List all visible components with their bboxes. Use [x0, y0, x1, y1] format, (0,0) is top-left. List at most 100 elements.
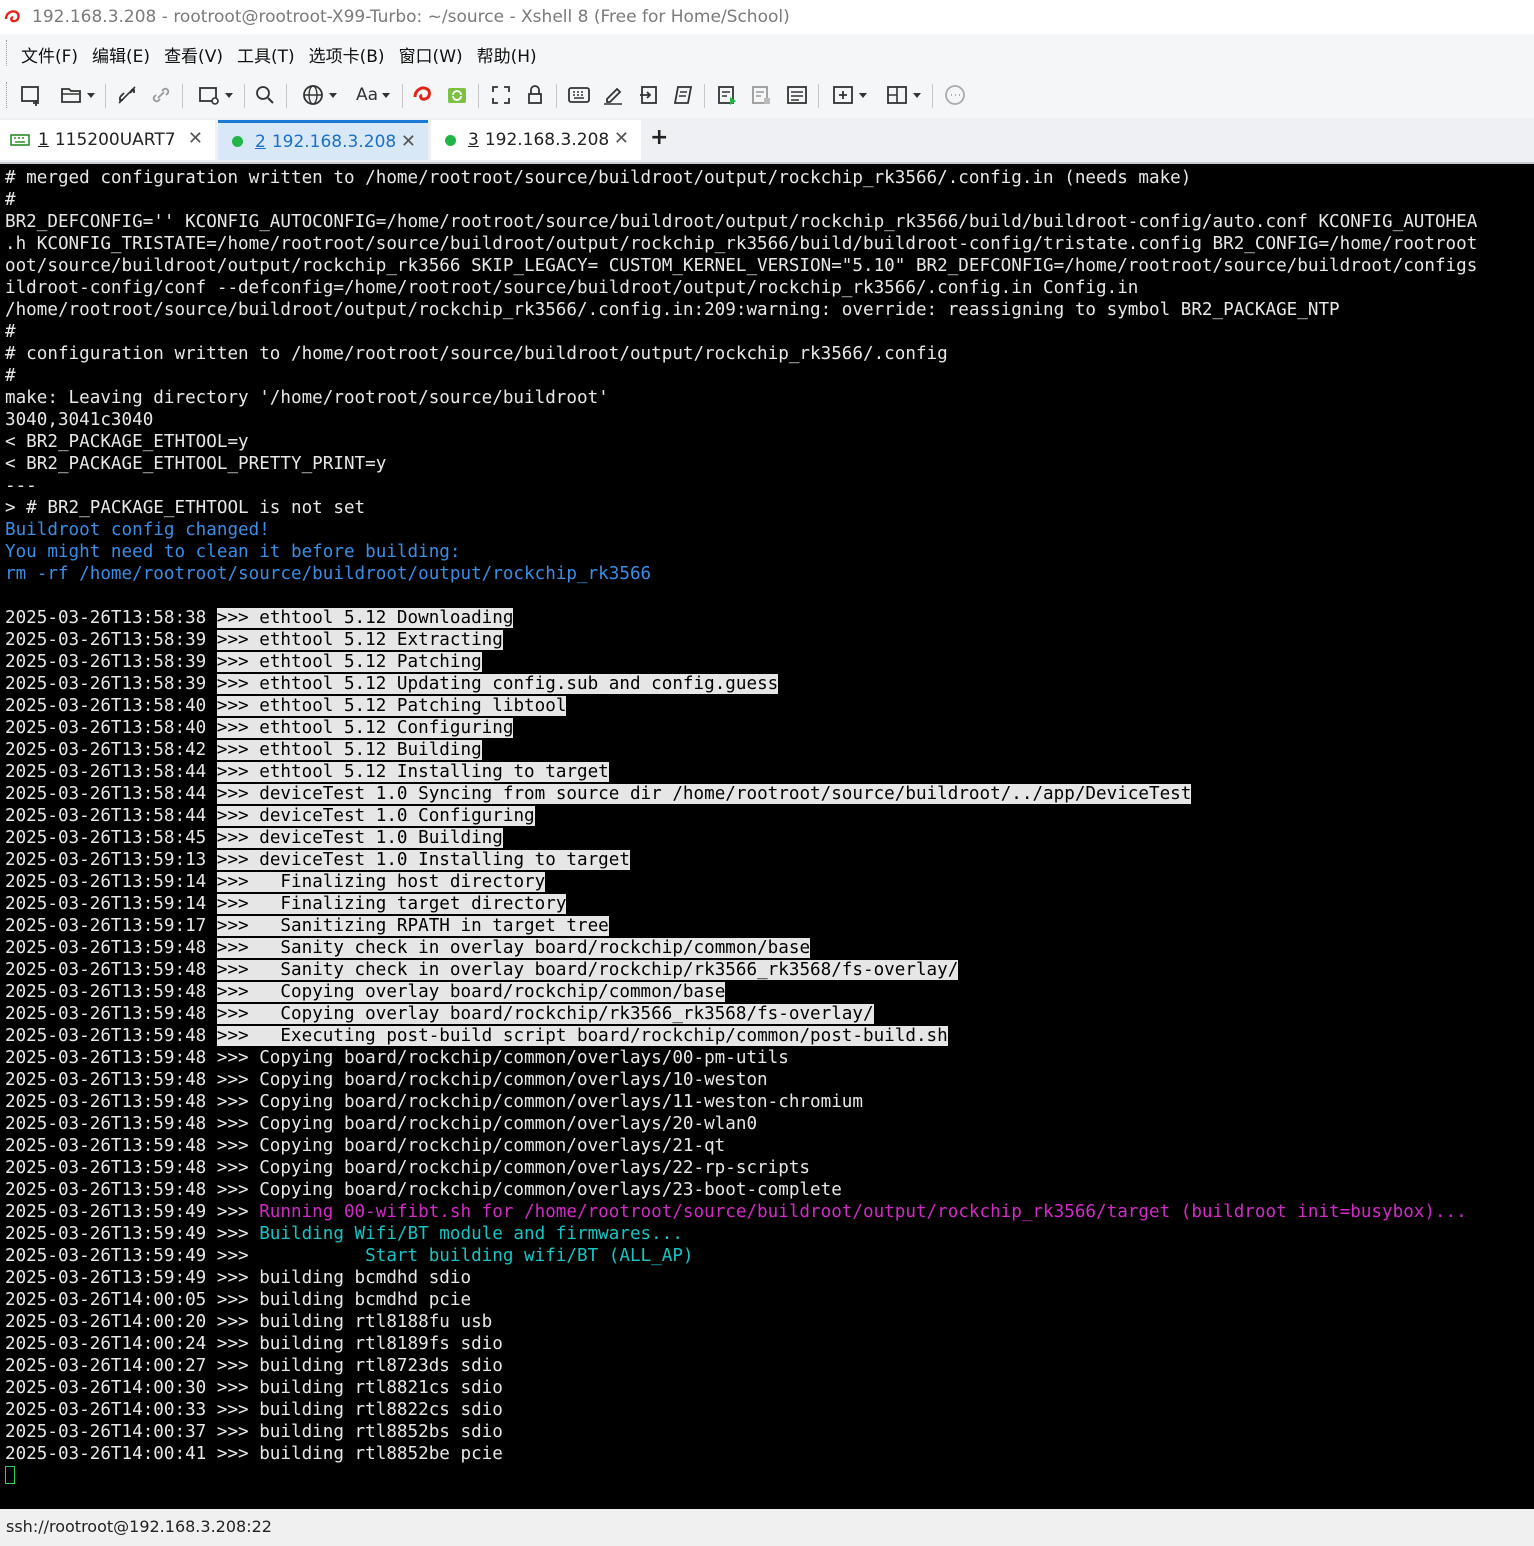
menu-window[interactable]: 窗口(W) [392, 42, 470, 67]
xshell-logo-icon [4, 10, 20, 23]
link-icon[interactable] [148, 82, 174, 108]
terminal-text: Running 00-wifibt.sh for /home/rootroot/… [259, 1202, 1467, 1222]
terminal-text: >>> Executing post-build script board/ro… [216, 1026, 948, 1046]
terminal-line: Buildroot config changed! [5, 519, 1477, 541]
open-folder-icon[interactable] [54, 82, 100, 108]
terminal-text: --- [5, 476, 37, 496]
terminal-line: 2025-03-26T14:00:30 >>> building rtl8821… [5, 1377, 1477, 1399]
close-icon[interactable]: ✕ [188, 128, 203, 149]
fullscreen-icon[interactable] [488, 82, 514, 108]
terminal-line: 2025-03-26T13:58:39 >>> ethtool 5.12 Pat… [5, 651, 1477, 673]
terminal-text: 2025-03-26T14:00:20 >>> building rtl8188… [5, 1312, 493, 1332]
globe-icon[interactable] [296, 82, 342, 108]
lock-icon[interactable] [522, 82, 548, 108]
terminal-text: 2025-03-26T14:00:37 >>> building rtl8852… [5, 1422, 503, 1442]
xshell-red-icon[interactable] [410, 82, 436, 108]
terminal-text: >>> ethtool 5.12 Extracting [216, 630, 503, 650]
font-icon[interactable]: Aa [350, 82, 396, 108]
terminal-line: 2025-03-26T13:58:44 >>> deviceTest 1.0 C… [5, 805, 1477, 827]
terminal-text: # [5, 322, 16, 342]
terminal-text: < BR2_PACKAGE_ETHTOOL=y [5, 432, 249, 452]
menu-view[interactable]: 查看(V) [157, 42, 230, 67]
terminal-text: Building Wifi/BT module and firmwares... [259, 1224, 683, 1244]
menu-tools[interactable]: 工具(T) [230, 42, 302, 67]
tab-label: 115200UART7 [54, 130, 176, 150]
terminal-output[interactable]: # merged configuration written to /home/… [0, 164, 1534, 1509]
terminal-line: 2025-03-26T13:59:48 >>> Copying board/ro… [5, 1069, 1477, 1091]
terminal-text: 2025-03-26T14:00:24 >>> building rtl8189… [5, 1334, 503, 1354]
disconnect-icon[interactable] [114, 82, 140, 108]
tab-label: 192.168.3.208 [271, 131, 397, 152]
script-icon[interactable] [670, 82, 696, 108]
terminal-text: oot/source/buildroot/output/rockchip_rk3… [5, 256, 1478, 276]
terminal-line: 2025-03-26T13:58:45 >>> deviceTest 1.0 B… [5, 827, 1477, 849]
terminal-text: 2025-03-26T13:58:39 [5, 674, 217, 694]
terminal-line: 2025-03-26T14:00:37 >>> building rtl8852… [5, 1421, 1477, 1443]
terminal-line: .h KCONFIG_TRISTATE=/home/rootroot/sourc… [5, 233, 1477, 255]
menu-tabs[interactable]: 选项卡(B) [302, 42, 392, 67]
menu-edit[interactable]: 编辑(E) [85, 42, 157, 67]
terminal-text: ildroot-config/conf --defconfig=/home/ro… [5, 278, 1139, 298]
toolbar: Aa [0, 72, 1534, 118]
terminal-text: >>> ethtool 5.12 Configuring [216, 718, 514, 738]
menu-file[interactable]: 文件(F) [14, 42, 85, 67]
terminal-text: 2025-03-26T13:58:44 [5, 762, 217, 782]
terminal-line: 2025-03-26T13:59:48 >>> Copying overlay … [5, 981, 1477, 1003]
add-tab-button[interactable]: + [650, 125, 668, 150]
terminal-text: 2025-03-26T13:58:44 [5, 784, 217, 804]
close-icon[interactable]: ✕ [614, 128, 629, 149]
chat-icon[interactable] [942, 82, 968, 108]
transfer-icon[interactable] [636, 82, 662, 108]
terminal-text: 2025-03-26T13:59:48 >>> Copying board/ro… [5, 1092, 863, 1112]
terminal-text: 2025-03-26T13:59:48 >>> Copying board/ro… [5, 1158, 811, 1178]
terminal-line: 2025-03-26T13:59:13 >>> deviceTest 1.0 I… [5, 849, 1477, 871]
terminal-text: 2025-03-26T13:59:49 >>> building bcmdhd … [5, 1268, 472, 1288]
terminal-text: 2025-03-26T13:59:48 >>> Copying board/ro… [5, 1114, 758, 1134]
close-icon[interactable]: ✕ [401, 131, 416, 152]
serial-icon [10, 134, 30, 146]
terminal-text: # configuration written to /home/rootroo… [5, 344, 948, 364]
terminal-line: 2025-03-26T14:00:33 >>> building rtl8822… [5, 1399, 1477, 1421]
terminal-line: BR2_DEFCONFIG='' KCONFIG_AUTOCONFIG=/hom… [5, 211, 1477, 233]
terminal-line: oot/source/buildroot/output/rockchip_rk3… [5, 255, 1477, 277]
toolbar-grip[interactable] [6, 82, 9, 108]
terminal-line: 2025-03-26T13:59:49 >>> Start building w… [5, 1245, 1477, 1267]
menu-bar: 文件(F) 编辑(E) 查看(V) 工具(T) 选项卡(B) 窗口(W) 帮助(… [0, 34, 1534, 72]
search-icon[interactable] [252, 82, 278, 108]
tab-1[interactable]: 1 115200UART7 ✕ [0, 120, 215, 160]
new-tab-icon[interactable] [826, 82, 872, 108]
tab-2[interactable]: 2 192.168.3.208 ✕ [218, 120, 428, 160]
terminal-line: 3040,3041c3040 [5, 409, 1477, 431]
terminal-line: 2025-03-26T13:59:48 >>> Copying board/ro… [5, 1135, 1477, 1157]
new-session-icon[interactable] [18, 82, 44, 108]
menu-help[interactable]: 帮助(H) [470, 42, 544, 67]
notes-icon[interactable] [784, 82, 810, 108]
terminal-line: 2025-03-26T13:59:48 >>> Copying overlay … [5, 1003, 1477, 1025]
cursor-icon [5, 1466, 15, 1484]
terminal-text: >>> ethtool 5.12 Patching libtool [216, 696, 567, 716]
log-start-icon[interactable] [714, 82, 740, 108]
terminal-line: 2025-03-26T13:59:48 >>> Copying board/ro… [5, 1091, 1477, 1113]
xftp-green-icon[interactable] [444, 82, 470, 108]
properties-icon[interactable] [192, 82, 238, 108]
menu-grip[interactable] [6, 40, 9, 66]
terminal-text: >>> ethtool 5.12 Installing to target [216, 762, 609, 782]
terminal-text: 2025-03-26T13:58:40 [5, 696, 217, 716]
highlight-pen-icon[interactable] [600, 82, 626, 108]
layout-icon[interactable] [880, 82, 926, 108]
terminal-text: >>> Finalizing target directory [216, 894, 567, 914]
terminal-line: 2025-03-26T13:58:39 >>> ethtool 5.12 Upd… [5, 673, 1477, 695]
terminal-line: 2025-03-26T14:00:41 >>> building rtl8852… [5, 1443, 1477, 1465]
terminal-text: 2025-03-26T14:00:05 >>> building bcmdhd … [5, 1290, 472, 1310]
terminal-line: 2025-03-26T13:59:14 >>> Finalizing host … [5, 871, 1477, 893]
keyboard-icon[interactable] [566, 82, 592, 108]
tab-3[interactable]: 3 192.168.3.208 ✕ [431, 120, 641, 160]
terminal-text: >>> Sanity check in overlay board/rockch… [216, 938, 811, 958]
terminal-line: 2025-03-26T13:58:42 >>> ethtool 5.12 Bui… [5, 739, 1477, 761]
log-stop-icon[interactable] [748, 82, 774, 108]
terminal-text: >>> Copying overlay board/rockchip/commo… [216, 982, 726, 1002]
terminal-text: 2025-03-26T13:58:45 [5, 828, 217, 848]
terminal-text: 3040,3041c3040 [5, 410, 154, 430]
terminal-text: >>> deviceTest 1.0 Syncing from source d… [216, 784, 1192, 804]
